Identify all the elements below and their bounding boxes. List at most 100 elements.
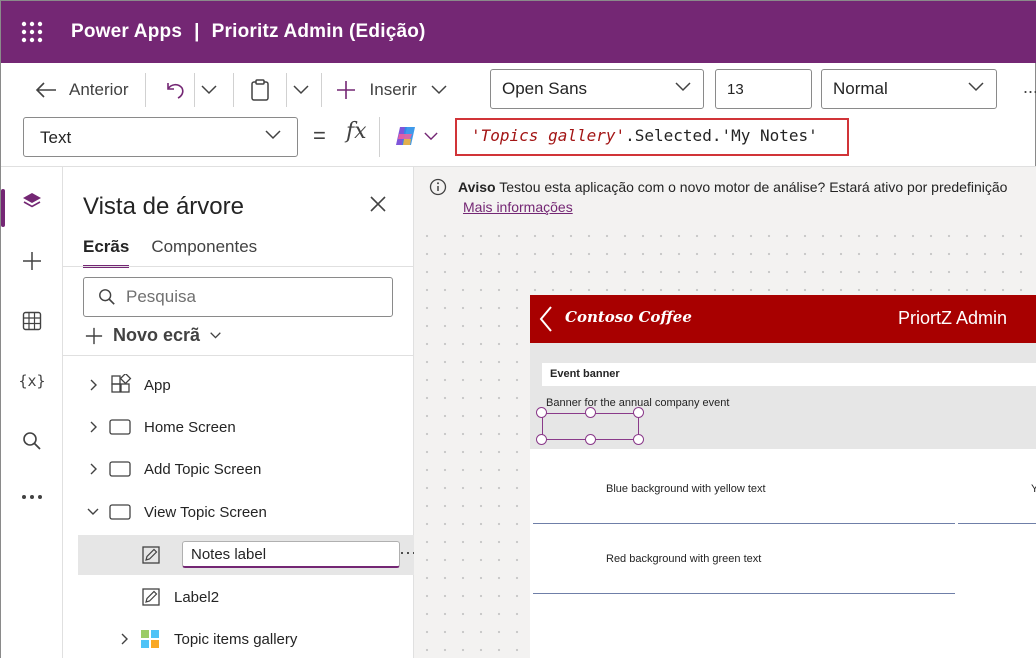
data-rail-button[interactable] (1, 299, 63, 343)
search-icon (23, 432, 41, 450)
chevron-right-icon (90, 463, 97, 475)
more-info-link[interactable]: Mais informações (463, 199, 573, 215)
divider (63, 355, 414, 356)
undo-dropdown[interactable] (201, 70, 217, 110)
app-header: Contoso Coffee PriortZ Admin (530, 295, 1036, 343)
tree-view-rail-button[interactable] (1, 179, 63, 227)
layers-icon (23, 193, 41, 208)
font-family-value: Open Sans (502, 79, 588, 98)
notice-message: Aviso Testou esta aplicação com o novo m… (458, 179, 1007, 195)
event-banner-label: Event banner (542, 363, 1036, 386)
chevron-right-icon (90, 379, 97, 391)
plus-icon (336, 81, 355, 99)
fx-icon: fx (346, 119, 367, 144)
search-rail-button[interactable] (1, 419, 63, 463)
chevron-down-icon (265, 130, 281, 140)
property-select[interactable]: Text (23, 117, 298, 157)
app-screen-preview[interactable]: Contoso Coffee PriortZ Admin Event banne… (530, 295, 1036, 658)
resize-handle[interactable] (585, 434, 596, 445)
search-placeholder: Pesquisa (126, 287, 196, 306)
tree-view-panel: Vista de árvore Ecrãs Componentes Pesqui… (63, 167, 417, 658)
gallery-item-text-cut: Y (1031, 483, 1036, 495)
variables-rail-button[interactable]: {x} (1, 359, 63, 403)
undo-button[interactable] (164, 70, 186, 110)
rename-input[interactable]: Notes label (182, 541, 400, 568)
copilot-button[interactable] (394, 125, 438, 147)
label-edit-icon (142, 546, 160, 564)
more-commands-button[interactable]: ... (1023, 77, 1036, 98)
more-rail-button[interactable] (1, 475, 63, 519)
toolbar-divider (193, 73, 195, 107)
equals-sign: = (313, 123, 326, 148)
gallery-separator (958, 523, 1036, 524)
chevron-right-icon (121, 633, 128, 645)
tree-node-view-topic-screen[interactable]: View Topic Screen (63, 492, 414, 532)
new-screen-button[interactable]: Novo ecrã (85, 325, 221, 346)
insert-button[interactable]: Inserir (336, 70, 447, 110)
search-input[interactable]: Pesquisa (83, 277, 393, 317)
tree-node-notes-label[interactable]: Notes label ⋯ (78, 535, 417, 575)
screen-icon (109, 419, 131, 435)
tab-screens[interactable]: Ecrãs (83, 237, 130, 268)
resize-handle[interactable] (585, 407, 596, 418)
notice-banner: Aviso Testou esta aplicação com o novo m… (414, 167, 1036, 225)
resize-handle[interactable] (536, 434, 547, 445)
tree-node-label: App (144, 376, 171, 394)
formula-divider (379, 117, 380, 157)
tree-node-topic-items-gallery[interactable]: Topic items gallery (63, 619, 414, 658)
chevron-down-icon (293, 85, 309, 95)
tree-node-home-screen[interactable]: Home Screen (63, 407, 414, 447)
resize-handle[interactable] (633, 407, 644, 418)
arrow-left-icon (35, 82, 56, 98)
copilot-icon (396, 127, 415, 145)
plus-icon (85, 327, 103, 344)
tree-node-add-topic-screen[interactable]: Add Topic Screen (63, 449, 414, 489)
toolbar-divider (232, 73, 234, 107)
property-value: Text (40, 128, 72, 147)
notice-title: Aviso (458, 179, 496, 195)
formula-gallery-ref: 'Topics gallery' (471, 126, 626, 145)
title-bar: Power Apps | Prioritz Admin (Edição) (1, 1, 1036, 63)
font-size-input[interactable]: 13 (715, 69, 812, 109)
notice-text: Testou esta aplicação com o novo motor d… (499, 179, 1008, 195)
tree-node-label: Home Screen (144, 418, 236, 436)
app-icon (111, 374, 132, 393)
clipboard-icon (250, 79, 269, 101)
tree-node-label2[interactable]: Label2 (63, 577, 414, 617)
chevron-right-icon (90, 421, 97, 433)
left-rail: {x} (1, 167, 63, 658)
label-edit-icon (142, 588, 160, 606)
design-canvas[interactable]: Aviso Testou esta aplicação com o novo m… (414, 167, 1036, 658)
more-icon (22, 495, 42, 499)
toolbar-divider (144, 73, 146, 107)
gallery-separator (533, 593, 955, 594)
resize-handle[interactable] (633, 434, 644, 445)
resize-handle[interactable] (536, 407, 547, 418)
paste-dropdown[interactable] (293, 70, 309, 110)
event-banner-section: Event banner Banner for the annual compa… (530, 343, 1036, 449)
back-button[interactable]: Anterior (35, 70, 129, 110)
tree-tabs: Ecrãs Componentes (83, 237, 257, 268)
font-family-select[interactable]: Open Sans (490, 69, 704, 109)
app-header-title: PriortZ Admin (898, 308, 1008, 328)
table-icon (22, 311, 42, 331)
tree-node-app[interactable]: App (63, 365, 414, 405)
tree-node-label: Topic items gallery (174, 630, 298, 648)
formula-bar: Text = fx 'Topics gallery'.Selected.'My … (1, 117, 1036, 167)
chevron-down-icon (87, 508, 99, 515)
tab-components[interactable]: Componentes (151, 237, 257, 268)
chevron-down-icon (968, 82, 984, 92)
app-launcher-icon[interactable] (1, 1, 63, 63)
app-logo: Contoso Coffee (565, 308, 692, 326)
paste-button[interactable] (250, 70, 270, 110)
insert-rail-button[interactable] (1, 239, 63, 283)
gallery-separator (533, 523, 955, 524)
font-weight-select[interactable]: Normal (821, 69, 997, 109)
font-weight-value: Normal (833, 79, 888, 98)
formula-selected: .Selected. (625, 126, 722, 145)
screen-icon (109, 504, 131, 520)
formula-input[interactable]: 'Topics gallery'.Selected.'My Notes' (455, 118, 849, 156)
close-button[interactable] (369, 195, 387, 218)
back-arrow-icon[interactable] (538, 305, 554, 333)
chevron-down-icon (431, 85, 447, 95)
